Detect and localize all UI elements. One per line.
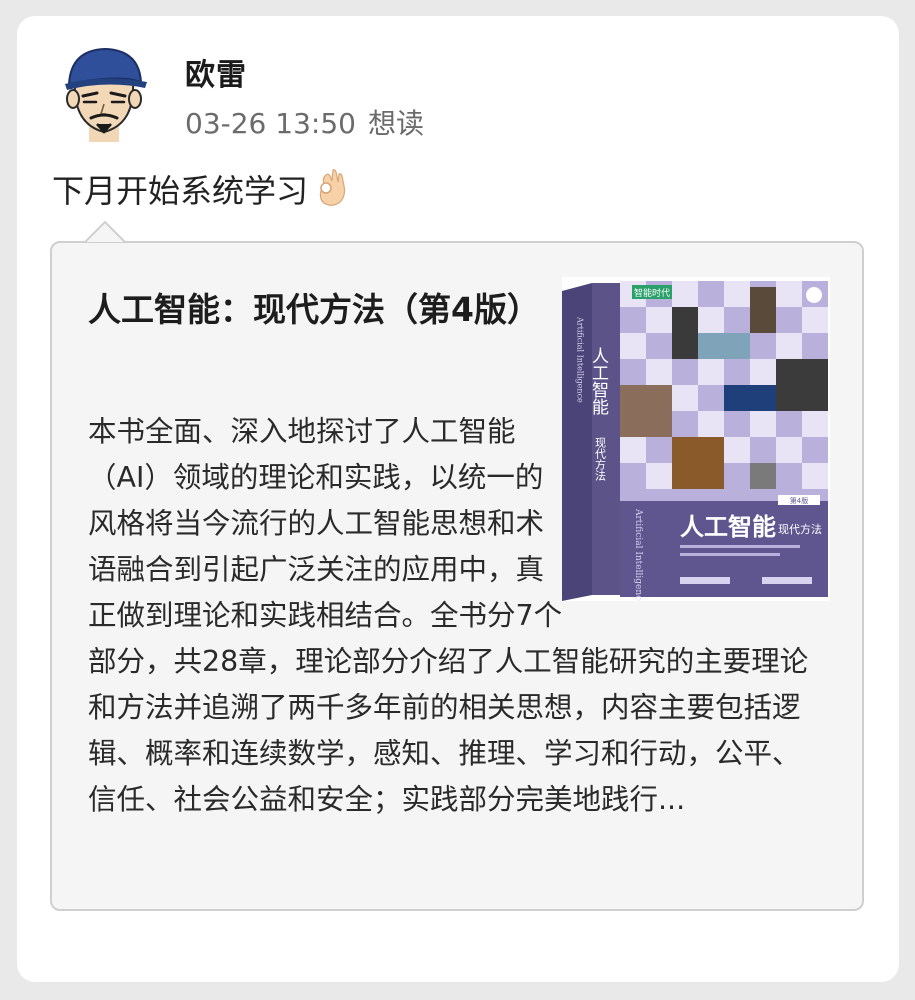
- cover-badge: 智能时代: [634, 287, 670, 299]
- post-text: 下月开始系统学习: [52, 166, 348, 214]
- cover-english-title: Artificial Intelligence: [633, 508, 643, 601]
- post-body: 下月开始系统学习: [52, 172, 309, 210]
- post-meta: 03-26 13:50 想读: [185, 102, 424, 142]
- cover-main-title: 人工智能: [680, 512, 776, 541]
- activity-card: 欧雷 03-26 13:50 想读 下月开始系统学习 人工智能：现代方法（第4版）…: [17, 16, 899, 982]
- book-title: 人工智能：现代方法（第4版）: [88, 290, 540, 329]
- cover-subtitle: 现代方法: [778, 522, 822, 536]
- book-cover-image[interactable]: 人工智能 现代方法 Artificial Intelligence 智能时代 人…: [562, 277, 830, 606]
- cover-spine-title: 人工智能: [588, 347, 609, 416]
- book-share-card[interactable]: 人工智能：现代方法（第4版） 本书全面、深入地探讨了人工智能（AI）领域的理论和…: [50, 241, 864, 911]
- user-name[interactable]: 欧雷: [185, 50, 247, 94]
- ok-hand-icon: [314, 168, 348, 214]
- avatar[interactable]: [61, 44, 147, 142]
- cover-back-english: Artificial Intelligence: [576, 316, 585, 403]
- share-pointer: [84, 220, 126, 243]
- post-datetime: 03-26 13:50: [185, 107, 356, 140]
- cover-spine-subtitle: 现代方法: [594, 437, 607, 481]
- cover-edition: 第4版: [790, 496, 808, 505]
- cover-checkerboard: 智能时代: [620, 281, 828, 501]
- reading-status: 想读: [367, 107, 424, 140]
